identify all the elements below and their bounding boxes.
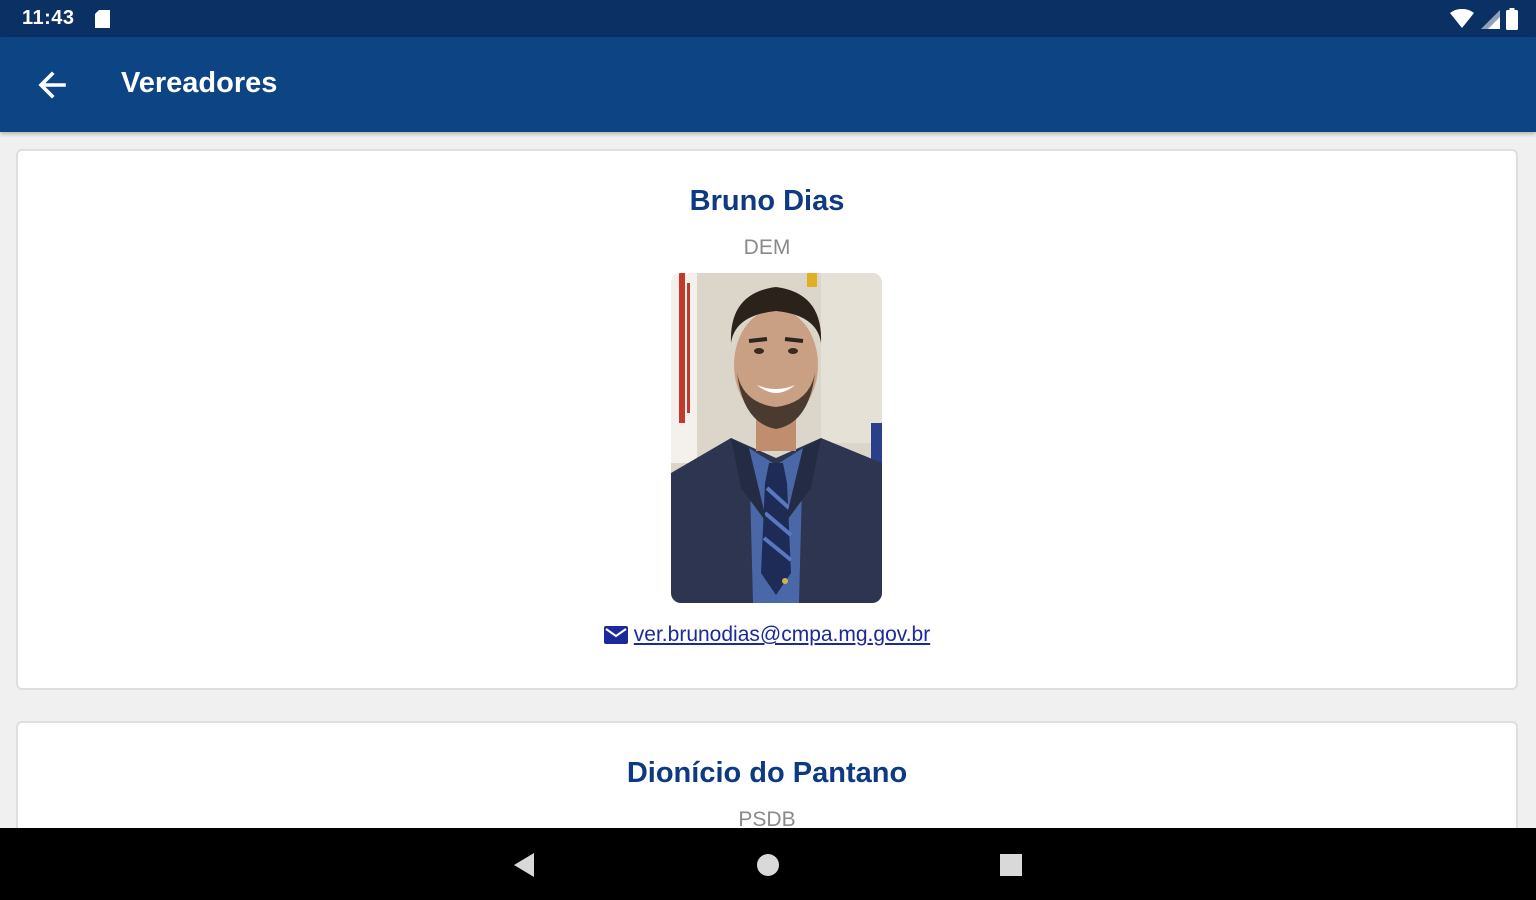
councillor-card[interactable]: Bruno Dias DEM ver.brunodias@cmpa.mg.gov…	[16, 149, 1518, 690]
councillor-party: PSDB	[738, 808, 796, 828]
status-time: 11:43	[22, 7, 75, 29]
email-row: ver.brunodias@cmpa.mg.gov.br	[18, 623, 1516, 647]
back-button[interactable]	[26, 59, 78, 111]
nav-recents-button[interactable]	[994, 848, 1028, 882]
councillor-name: Dionício do Pantano	[626, 757, 908, 789]
nav-recents-icon	[1000, 854, 1022, 876]
system-nav-bar	[0, 828, 1536, 900]
status-bar: 11:43	[0, 0, 1536, 37]
portrait-illustration	[671, 273, 882, 603]
page-title: Vereadores	[121, 67, 278, 99]
wifi-icon	[1450, 9, 1474, 28]
signal-icon	[1481, 10, 1500, 29]
sd-card-icon	[95, 10, 110, 28]
app-bar: Vereadores	[0, 37, 1536, 132]
councillor-list[interactable]: Bruno Dias DEM ver.brunodias@cmpa.mg.gov…	[0, 132, 1536, 828]
email-link[interactable]: ver.brunodias@cmpa.mg.gov.br	[634, 623, 930, 647]
portrait-photo	[671, 273, 882, 603]
nav-home-button[interactable]	[751, 848, 785, 882]
nav-back-button[interactable]	[507, 848, 541, 882]
arrow-back-icon	[38, 71, 66, 99]
councillor-party: DEM	[743, 236, 791, 259]
status-icons	[1450, 8, 1518, 30]
battery-icon	[1506, 8, 1518, 30]
councillor-card[interactable]: Dionício do Pantano PSDB	[16, 721, 1518, 828]
envelope-icon	[603, 626, 628, 644]
nav-back-icon	[514, 853, 534, 877]
nav-home-icon	[757, 854, 779, 876]
councillor-name: Bruno Dias	[689, 185, 845, 217]
